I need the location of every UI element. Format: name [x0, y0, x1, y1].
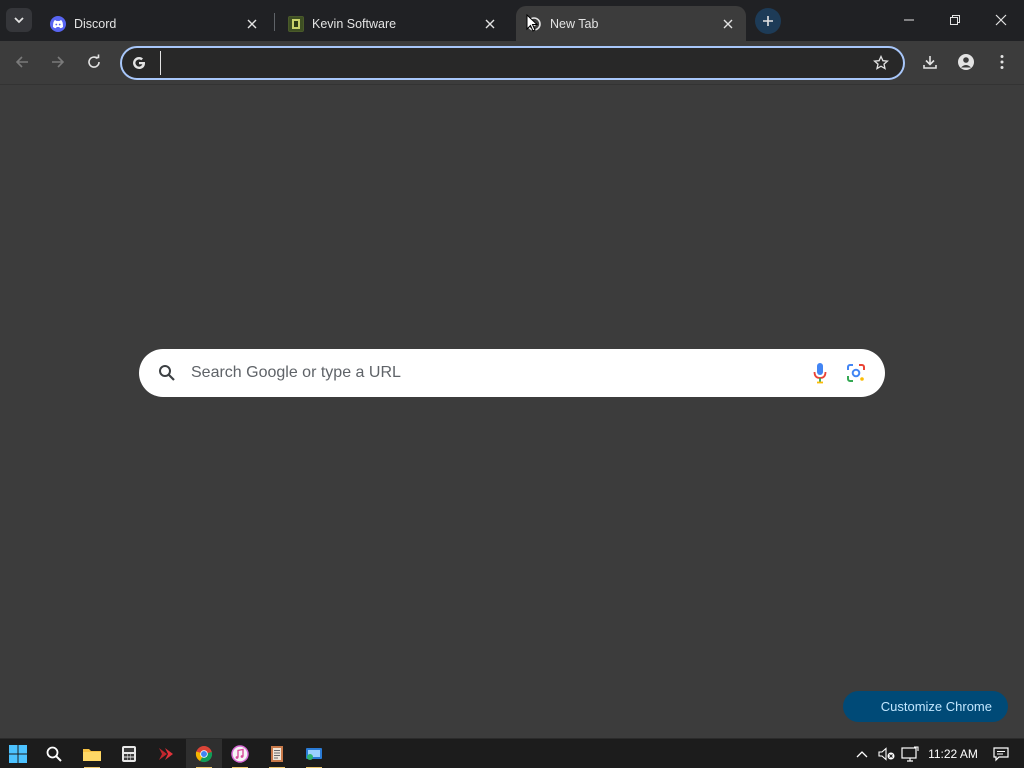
kevin-software-icon [288, 15, 304, 32]
taskbar-remote-app[interactable] [296, 739, 332, 768]
google-g-icon [130, 54, 148, 72]
profile-button[interactable] [951, 47, 981, 77]
taskbar-notepad[interactable] [259, 739, 295, 768]
voice-search-icon[interactable] [807, 360, 833, 386]
discord-icon [50, 15, 66, 32]
tray-network[interactable] [899, 739, 921, 768]
notepad-icon [271, 746, 283, 762]
taskbar-file-explorer[interactable] [74, 739, 110, 768]
tray-clock[interactable]: 11:22 AM [924, 739, 982, 768]
search-icon [46, 746, 62, 762]
restore-icon [950, 15, 960, 25]
google-lens-icon[interactable] [843, 360, 869, 386]
search-input[interactable] [191, 358, 807, 388]
windows-taskbar: 11:22 AM [0, 738, 1024, 768]
tab-divider [274, 13, 275, 31]
tab-kevin-software[interactable]: Kevin Software [278, 6, 508, 41]
tab-strip: Discord Kevin Software New Tab [0, 0, 1024, 41]
taskbar-itunes[interactable] [222, 739, 258, 768]
bookmark-star-icon[interactable] [867, 49, 895, 77]
tab-title: Discord [74, 16, 117, 31]
download-icon [923, 56, 937, 69]
clock-time: 11:22 AM [928, 747, 978, 761]
taskbar-chrome[interactable] [186, 739, 222, 768]
calculator-icon [122, 746, 136, 762]
taskbar-search-button[interactable] [36, 739, 72, 768]
menu-button[interactable] [987, 47, 1017, 77]
google-search-box[interactable] [139, 349, 885, 397]
tab-new-tab[interactable]: New Tab [516, 6, 746, 41]
close-window-button[interactable] [978, 0, 1024, 40]
show-hidden-icons-button[interactable] [851, 739, 873, 768]
file-explorer-icon [83, 749, 101, 761]
close-icon [995, 14, 1007, 26]
profile-icon [958, 54, 974, 70]
tab-title: Kevin Software [312, 16, 397, 31]
chrome-icon [195, 746, 213, 763]
omnibox-input[interactable] [160, 51, 867, 75]
notification-center-button[interactable] [989, 739, 1013, 768]
plus-icon [763, 16, 773, 26]
notification-icon [993, 746, 1009, 761]
reload-icon [88, 54, 100, 68]
customize-chrome-button[interactable]: Customize Chrome [843, 691, 1008, 722]
close-tab-icon[interactable] [718, 14, 738, 34]
reload-button[interactable] [79, 47, 109, 77]
tab-search-button[interactable] [6, 8, 32, 32]
minimize-icon [904, 19, 914, 21]
close-tab-icon[interactable] [480, 14, 500, 34]
restore-button[interactable] [932, 0, 978, 40]
browser-toolbar [0, 41, 1024, 85]
close-tab-icon[interactable] [242, 14, 262, 34]
mouse-cursor-icon [526, 14, 538, 32]
network-icon [901, 746, 919, 762]
address-bar[interactable] [120, 46, 905, 80]
forward-arrow-icon [52, 56, 65, 68]
taskbar-calculator[interactable] [111, 739, 147, 768]
search-icon [157, 363, 177, 383]
red-app-icon [159, 748, 173, 760]
tab-discord[interactable]: Discord [40, 6, 270, 41]
chevron-up-icon [856, 751, 868, 758]
new-tab-page: Customize Chrome [0, 86, 1024, 738]
new-tab-button[interactable] [755, 8, 781, 34]
chevron-down-icon [14, 17, 24, 24]
minimize-button[interactable] [886, 0, 932, 40]
customize-chrome-label: Customize Chrome [880, 699, 992, 714]
volume-muted-icon [878, 747, 895, 761]
start-icon [9, 745, 27, 763]
itunes-icon [231, 745, 249, 763]
taskbar-red-app[interactable] [148, 739, 184, 768]
downloads-button[interactable] [915, 47, 945, 77]
start-button[interactable] [0, 739, 36, 768]
back-arrow-icon [15, 56, 28, 68]
remote-app-icon [306, 748, 322, 760]
tray-volume-muted[interactable] [876, 739, 898, 768]
forward-button[interactable] [43, 47, 73, 77]
back-button[interactable] [7, 47, 37, 77]
tab-title: New Tab [550, 16, 599, 31]
kebab-menu-icon [1000, 55, 1004, 69]
